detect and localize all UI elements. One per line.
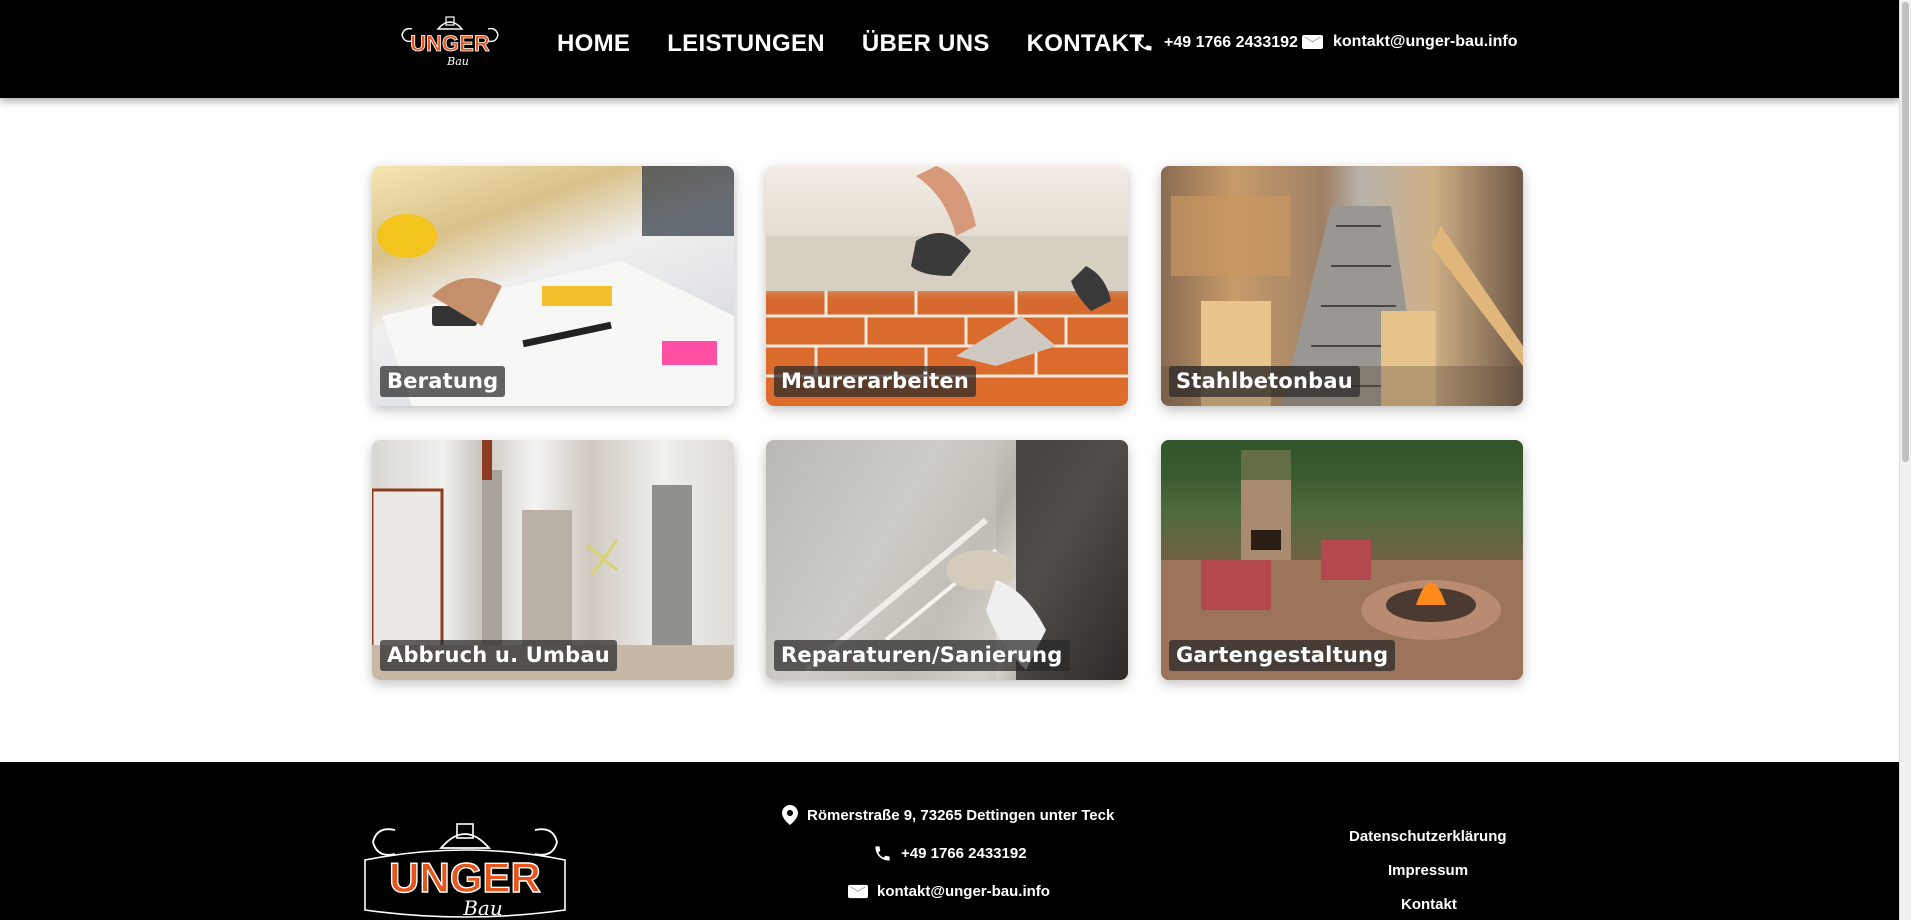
service-card-stahlbetonbau[interactable]: Stahlbetonbau [1161,166,1523,406]
svg-text:UNGER: UNGER [389,854,541,901]
unger-bau-footer-logo[interactable]: UNGER Bau [355,820,575,920]
header-email[interactable]: kontakt@unger-bau.info [1302,33,1517,51]
phone-icon [1136,35,1152,51]
service-label: Maurerarbeiten [774,366,977,397]
site-header: UNGER Bau HOME LEISTUNGEN ÜBER UNS KONTA… [0,0,1900,98]
mail-icon [848,884,868,899]
footer-address-text: Römerstraße 9, 73265 Dettingen unter Tec… [807,806,1115,824]
service-label: Gartengestaltung [1169,640,1396,671]
footer-address: Römerstraße 9, 73265 Dettingen unter Tec… [782,805,1114,825]
service-label: Stahlbetonbau [1169,366,1360,397]
footer-link-impressum[interactable]: Impressum [1388,862,1468,879]
header-phone-text: +49 1766 2433192 [1164,34,1298,51]
mail-icon [1302,35,1323,49]
service-card-gartengestaltung[interactable]: Gartengestaltung [1161,440,1523,680]
svg-text:Bau: Bau [462,896,503,920]
footer-link-kontakt[interactable]: Kontakt [1401,896,1457,913]
service-label: Beratung [380,366,506,397]
nav-ueber-uns[interactable]: ÜBER UNS [862,28,990,60]
svg-text:UNGER: UNGER [410,31,490,56]
footer-phone[interactable]: +49 1766 2433192 [873,844,1027,863]
header-phone[interactable]: +49 1766 2433192 [1134,33,1298,53]
phone-icon [875,846,890,861]
footer-link-datenschutz[interactable]: Datenschutzerklärung [1349,828,1507,845]
scrollbar-thumb[interactable] [1902,2,1909,462]
header-email-text: kontakt@unger-bau.info [1333,33,1518,50]
svg-text:Bau: Bau [446,55,469,68]
service-label: Abbruch u. Umbau [380,640,617,671]
location-pin-icon [782,805,798,825]
service-card-reparaturen-sanierung[interactable]: Reparaturen/Sanierung [766,440,1128,680]
footer-email-text: kontakt@unger-bau.info [877,883,1050,900]
service-card-maurerarbeiten[interactable]: Maurerarbeiten [766,166,1128,406]
service-card-abbruch-umbau[interactable]: Abbruch u. Umbau [372,440,734,680]
footer-email[interactable]: kontakt@unger-bau.info [848,883,1050,900]
main-nav: HOME LEISTUNGEN ÜBER UNS KONTAKT [557,28,1181,60]
footer-phone-text: +49 1766 2433192 [901,845,1027,862]
nav-kontakt[interactable]: KONTAKT [1027,28,1145,60]
nav-home[interactable]: HOME [557,28,630,60]
service-label: Reparaturen/Sanierung [774,640,1070,671]
unger-bau-logo[interactable]: UNGER Bau [394,15,506,71]
page-scrollbar[interactable] [1899,0,1911,920]
nav-leistungen[interactable]: LEISTUNGEN [667,28,825,60]
service-card-beratung[interactable]: Beratung [372,166,734,406]
